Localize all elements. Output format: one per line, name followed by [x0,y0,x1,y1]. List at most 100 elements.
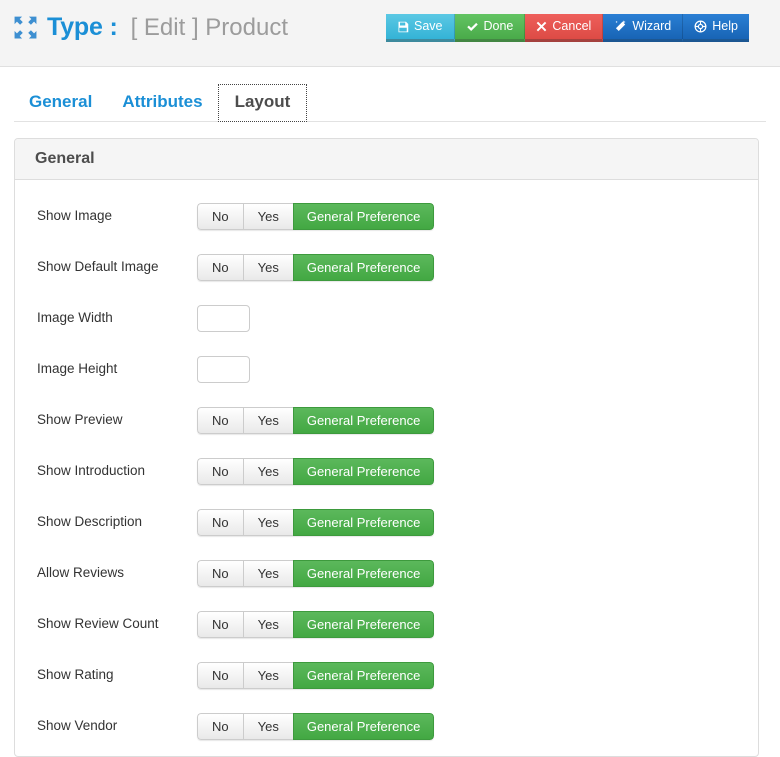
text-input[interactable] [197,356,250,383]
toggle-button-group: No Yes General Preference [197,509,435,536]
form-label: Show Description [37,514,143,530]
toggle-button-group: No Yes General Preference [197,662,435,689]
form-control [197,356,758,383]
form-label: Show Image [37,208,113,224]
toggle-option-no[interactable]: No [197,254,243,281]
toggle-option-no[interactable]: No [197,509,243,536]
form-control: No Yes General Preference [197,203,758,230]
toggle-button-group: No Yes General Preference [197,458,435,485]
done-button-label: Done [483,19,514,34]
toggle-option-general-preference[interactable]: General Preference [292,560,435,587]
form-row: Show Introduction No Yes General Preference [15,446,758,497]
panel-title: General [15,139,758,180]
toggle-button-group: No Yes General Preference [197,203,435,230]
header-bar: Type : [ Edit ] Product Save Done Cancel… [0,0,780,67]
tab-bar: General Attributes Layout [0,67,780,122]
form-row: Show Preview No Yes General Preference [15,395,758,446]
form-row: Show Default Image No Yes General Preferenc… [15,242,758,293]
form-control: No Yes General Preference [197,611,758,638]
form-row: Image Height [15,344,758,395]
general-panel: General Show Image No Yes General Preferenc… [14,138,759,757]
toggle-button-group: No Yes General Preference [197,611,435,638]
form-row: Show Review Count No Yes General Preference [15,599,758,650]
tab-general[interactable]: General [14,84,107,122]
toolbar: Save Done Cancel Wizard Help [386,14,749,42]
toggle-option-no[interactable]: No [197,662,243,689]
life-ring-icon [694,20,707,33]
page-title-sub: [ Edit ] Product [130,13,288,41]
save-button[interactable]: Save [386,14,455,42]
cancel-button[interactable]: Cancel [525,14,604,42]
toggle-option-yes[interactable]: Yes [242,713,293,740]
form-label: Show Preview [37,412,123,428]
floppy-disk-icon [397,21,409,33]
form-control: No Yes General Preference [197,662,758,689]
form-row: Allow Reviews No Yes General Preference [15,548,758,599]
toggle-option-yes[interactable]: Yes [242,254,293,281]
toggle-option-yes[interactable]: Yes [242,560,293,587]
panel-body: Show Image No Yes General Preference Show De… [15,180,758,756]
form-control: No Yes General Preference [197,509,758,536]
tab-list: General Attributes Layout [0,67,780,122]
form-control: No Yes General Preference [197,407,758,434]
toggle-option-no[interactable]: No [197,203,243,230]
form-label: Image Height [37,361,118,377]
toggle-option-general-preference[interactable]: General Preference [292,203,435,230]
toggle-option-yes[interactable]: Yes [242,407,293,434]
form-control: No Yes General Preference [197,254,758,281]
page-title: Type : [ Edit ] Product [0,0,288,44]
cancel-button-label: Cancel [552,19,592,34]
magic-wand-icon [614,20,627,33]
form-label: Allow Reviews [37,565,125,581]
toggle-option-yes[interactable]: Yes [242,611,293,638]
form-label: Image Width [37,310,113,326]
form-control: No Yes General Preference [197,458,758,485]
toggle-option-general-preference[interactable]: General Preference [292,713,435,740]
text-input[interactable] [197,305,250,332]
form-row: Show Description No Yes General Preference [15,497,758,548]
save-button-label: Save [414,19,443,34]
toggle-button-group: No Yes General Preference [197,254,435,281]
toggle-button-group: No Yes General Preference [197,713,435,740]
toggle-option-yes[interactable]: Yes [242,458,293,485]
toggle-option-general-preference[interactable]: General Preference [292,407,435,434]
done-button[interactable]: Done [454,14,526,42]
toggle-option-general-preference[interactable]: General Preference [292,509,435,536]
form-row: Show Rating No Yes General Preference [15,650,758,701]
toggle-option-yes[interactable]: Yes [242,203,293,230]
form-label: Show Review Count [37,616,159,632]
tab-layout[interactable]: Layout [217,84,308,122]
wizard-button[interactable]: Wizard [603,14,684,42]
toggle-option-general-preference[interactable]: General Preference [292,611,435,638]
form-label: Show Vendor [37,718,118,734]
form-label: Show Rating [37,667,114,683]
form-label: Show Introduction [37,463,146,479]
toggle-option-no[interactable]: No [197,560,243,587]
page-title-main: Type : [47,13,118,41]
tab-bar-divider [14,121,766,122]
toggle-option-yes[interactable]: Yes [242,662,293,689]
help-button[interactable]: Help [683,14,749,42]
form-control: No Yes General Preference [197,560,758,587]
toggle-option-no[interactable]: No [197,713,243,740]
move-arrows-icon [13,15,38,40]
check-icon [466,21,479,33]
form-control: No Yes General Preference [197,713,758,740]
toggle-option-general-preference[interactable]: General Preference [292,458,435,485]
form-row: Show Vendor No Yes General Preference [15,701,758,752]
toggle-option-general-preference[interactable]: General Preference [292,662,435,689]
help-button-label: Help [712,19,738,34]
form-control [197,305,758,332]
toggle-option-no[interactable]: No [197,458,243,485]
form-row: Show Image No Yes General Preference [15,191,758,242]
toggle-option-no[interactable]: No [197,611,243,638]
x-icon [536,21,547,32]
toggle-option-no[interactable]: No [197,407,243,434]
form-row: Image Width [15,293,758,344]
tab-attributes[interactable]: Attributes [107,84,217,122]
toggle-option-yes[interactable]: Yes [242,509,293,536]
toggle-button-group: No Yes General Preference [197,560,435,587]
toggle-button-group: No Yes General Preference [197,407,435,434]
wizard-button-label: Wizard [632,19,672,34]
toggle-option-general-preference[interactable]: General Preference [292,254,435,281]
